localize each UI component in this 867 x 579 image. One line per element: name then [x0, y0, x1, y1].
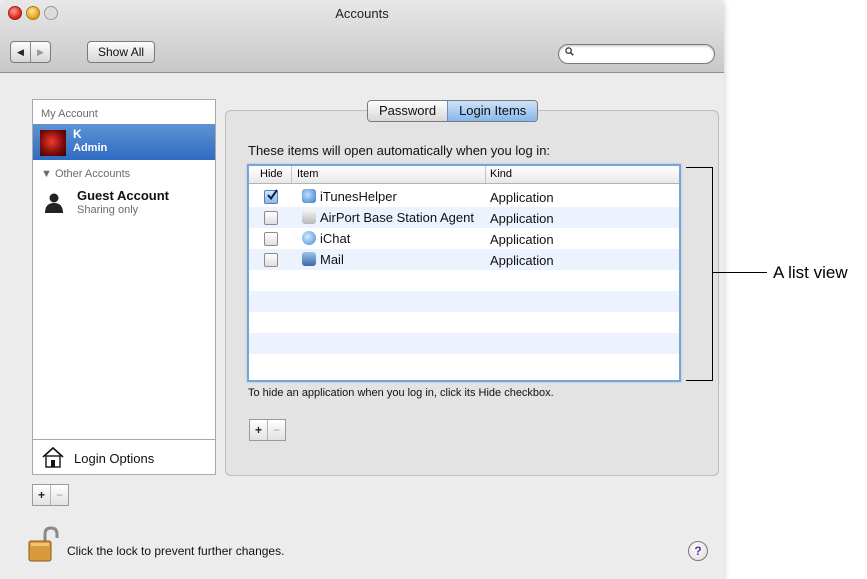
column-hide[interactable]: Hide	[260, 168, 283, 180]
item-name: AirPort Base Station Agent	[320, 210, 474, 225]
account-add-remove: + −	[32, 484, 69, 506]
tab-bar: Password Login Items	[367, 100, 539, 122]
login-item-add-remove: + −	[249, 419, 286, 441]
list-item[interactable]: iTunesHelper Application	[249, 186, 679, 207]
add-login-item-button[interactable]: +	[250, 420, 267, 440]
guest-user-icon	[45, 193, 63, 213]
hide-hint: To hide an application when you log in, …	[248, 387, 554, 399]
back-button[interactable]: ◀	[11, 42, 30, 62]
lock-icon[interactable]	[27, 526, 59, 562]
empty-row	[249, 333, 679, 354]
account-row-selected[interactable]: K Admin	[33, 124, 215, 160]
account-role: Admin	[73, 142, 108, 154]
account-name: K	[73, 127, 82, 141]
hide-checkbox[interactable]	[264, 189, 278, 204]
accounts-list[interactable]: My Account K Admin ▼ Other Accounts Gues…	[32, 99, 216, 475]
callout-leader-line	[712, 272, 767, 273]
login-items-intro: These items will open automatically when…	[248, 143, 551, 158]
titlebar: Accounts ◀ ▶ Show All	[0, 0, 724, 73]
ichat-icon	[302, 231, 316, 245]
item-name: Mail	[320, 252, 344, 267]
hide-checkbox[interactable]	[264, 253, 278, 267]
item-kind: Application	[490, 190, 554, 205]
list-view-bracket	[686, 167, 713, 381]
other-accounts-header[interactable]: ▼ Other Accounts	[41, 168, 130, 180]
column-item[interactable]: Item	[297, 168, 318, 180]
item-name: iChat	[320, 231, 351, 246]
hide-checkbox[interactable]	[264, 211, 278, 225]
empty-row	[249, 270, 679, 291]
airport-icon	[302, 210, 316, 224]
window-title: Accounts	[335, 6, 389, 21]
item-kind: Application	[490, 211, 554, 226]
mail-icon	[302, 252, 316, 266]
accounts-window: Accounts ◀ ▶ Show All My Account K Admin…	[0, 0, 724, 579]
house-icon	[42, 446, 64, 468]
remove-account-button[interactable]: −	[50, 485, 68, 505]
list-item[interactable]: AirPort Base Station Agent Application	[249, 207, 679, 228]
login-items-list[interactable]: Hide Item Kind iTunesHelper Application …	[247, 164, 681, 382]
empty-row	[249, 312, 679, 333]
guest-account-subtitle: Sharing only	[77, 204, 139, 216]
search-icon	[565, 47, 574, 56]
empty-row	[249, 354, 679, 375]
add-account-button[interactable]: +	[33, 485, 50, 505]
show-all-button[interactable]: Show All	[87, 41, 156, 63]
my-account-header: My Account	[41, 108, 98, 120]
hide-checkbox[interactable]	[264, 232, 278, 246]
list-view-callout: A list view	[773, 263, 848, 282]
login-options-label: Login Options	[74, 451, 155, 466]
login-options-item[interactable]: Login Options	[33, 439, 215, 475]
checkmark-icon	[267, 189, 278, 201]
empty-row	[249, 291, 679, 312]
search-field[interactable]	[558, 44, 715, 64]
list-header: Hide Item Kind	[249, 166, 679, 184]
tab-login-items[interactable]: Login Items	[447, 101, 538, 121]
list-item[interactable]: iChat Application	[249, 228, 679, 249]
item-kind: Application	[490, 253, 554, 268]
list-item[interactable]: Mail Application	[249, 249, 679, 270]
item-kind: Application	[490, 232, 554, 247]
itunes-icon	[302, 189, 316, 203]
back-forward-control: ◀ ▶	[10, 41, 51, 63]
item-name: iTunesHelper	[320, 189, 397, 204]
column-kind[interactable]: Kind	[490, 168, 512, 180]
avatar	[40, 130, 66, 156]
remove-login-item-button[interactable]: −	[267, 420, 285, 440]
lock-message: Click the lock to prevent further change…	[67, 544, 285, 558]
help-button[interactable]: ?	[688, 541, 708, 561]
guest-account-name[interactable]: Guest Account	[77, 188, 169, 203]
forward-button[interactable]: ▶	[30, 42, 50, 62]
tab-password[interactable]: Password	[368, 101, 448, 121]
